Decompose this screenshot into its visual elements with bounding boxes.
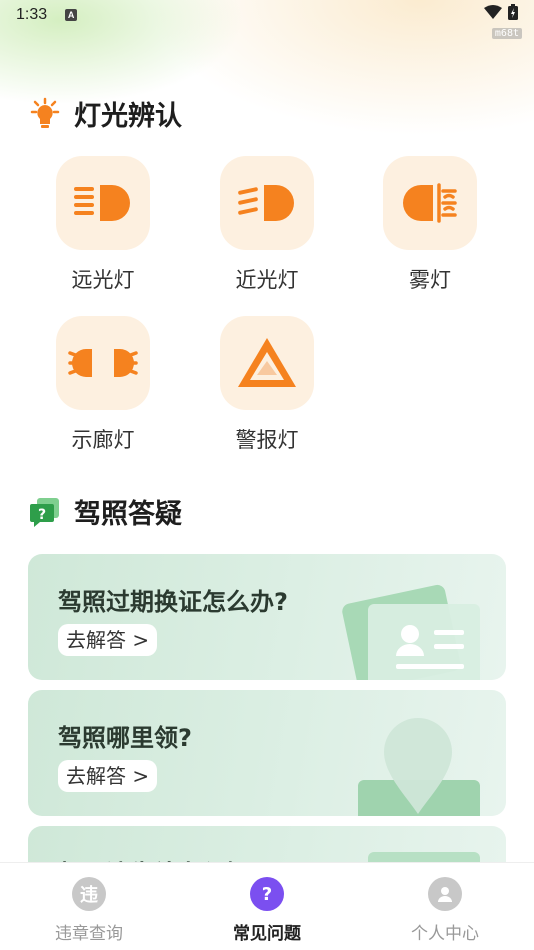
light-item-fog[interactable]: 雾灯 <box>370 156 490 294</box>
question-chat-icon: ? <box>28 495 62 529</box>
bulb-icon <box>28 97 62 131</box>
light-tile <box>383 156 477 250</box>
svg-text:?: ? <box>38 507 46 523</box>
light-item-low-beam[interactable]: 近光灯 <box>207 156 327 294</box>
watermark: m68t <box>491 28 522 39</box>
light-label: 警报灯 <box>235 428 299 452</box>
high-beam-icon <box>74 185 130 221</box>
faq-card-license-pickup[interactable]: 驾照哪里领? 去解答 > <box>28 690 506 816</box>
nav-item-profile[interactable]: 个人中心 <box>356 863 534 950</box>
violation-icon: 违 <box>72 877 106 911</box>
light-tile <box>56 316 150 410</box>
nav-item-faq[interactable]: ? 常见问题 <box>178 863 356 950</box>
light-label: 近光灯 <box>235 268 299 292</box>
nav-item-violation[interactable]: 违 违章查询 <box>0 863 178 950</box>
answer-button[interactable]: 去解答 > <box>58 760 158 792</box>
user-icon <box>428 877 462 911</box>
fog-light-icon <box>403 183 457 223</box>
license-card-art <box>342 584 480 680</box>
light-tile <box>220 316 314 410</box>
low-beam-icon <box>238 185 294 221</box>
battery-icon <box>508 4 518 20</box>
answer-button[interactable]: 去解答 > <box>58 624 158 656</box>
faq-question: 驾照哪里领? <box>58 724 192 752</box>
status-icons <box>484 4 518 20</box>
faq-card-license-renewal[interactable]: 驾照过期换证怎么办? 去解答 > <box>28 554 506 680</box>
faq-title-text: 驾照答疑 <box>74 499 182 530</box>
nav-label: 常见问题 <box>233 924 301 944</box>
nav-label: 个人中心 <box>411 924 479 944</box>
location-pin-art <box>358 718 480 816</box>
clearance-light-icon <box>68 349 138 377</box>
light-item-high-beam[interactable]: 远光灯 <box>43 156 163 294</box>
light-label: 雾灯 <box>409 268 451 292</box>
lights-section-title: 灯光辨认 <box>28 94 182 133</box>
light-label: 示廊灯 <box>71 428 135 452</box>
light-item-clearance[interactable]: 示廊灯 <box>43 316 163 454</box>
question-icon: ? <box>250 877 284 911</box>
lights-title-text: 灯光辨认 <box>74 101 182 132</box>
wifi-icon <box>484 5 502 19</box>
nav-label: 违章查询 <box>55 924 123 944</box>
bottom-nav: 违 违章查询 ? 常见问题 个人中心 <box>0 862 534 950</box>
light-tile <box>56 156 150 250</box>
status-bar: 1:33 A <box>0 0 534 30</box>
light-tile <box>220 156 314 250</box>
faq-section-title: ? 驾照答疑 <box>28 492 182 531</box>
notification-a-icon: A <box>65 9 78 21</box>
hazard-warning-icon <box>238 338 296 387</box>
faq-question: 驾照过期换证怎么办? <box>58 588 288 616</box>
light-label: 远光灯 <box>71 268 135 292</box>
status-time: 1:33 <box>16 6 48 23</box>
light-item-hazard[interactable]: 警报灯 <box>207 316 327 454</box>
